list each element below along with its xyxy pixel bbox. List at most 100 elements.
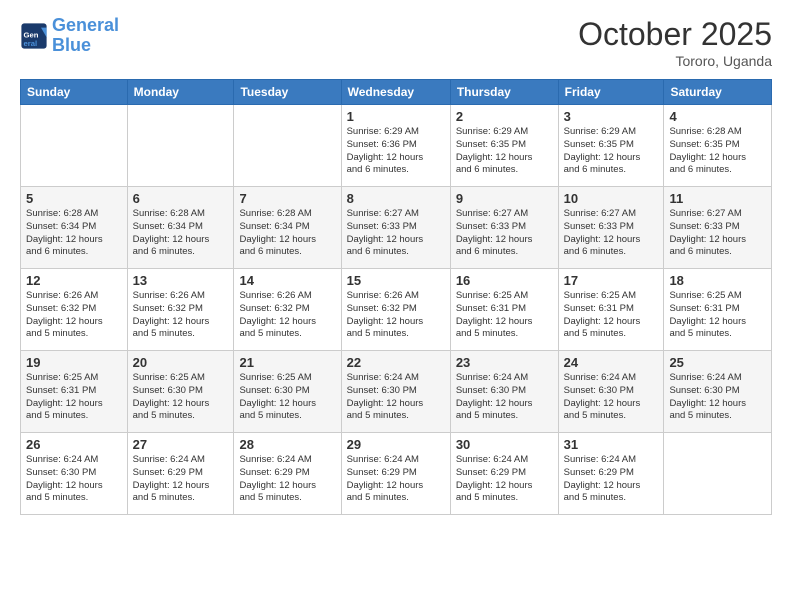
day-info: Sunrise: 6:27 AM Sunset: 6:33 PM Dayligh… [456,208,553,259]
calendar-cell: 11 Sunrise: 6:27 AM Sunset: 6:33 PM Dayli… [664,187,772,269]
calendar-cell: 3 Sunrise: 6:29 AM Sunset: 6:35 PM Daylig… [558,105,664,187]
day-number: 7 [239,191,335,206]
day-info: Sunrise: 6:24 AM Sunset: 6:30 PM Dayligh… [456,372,553,423]
calendar-cell: 18Sunrise: 6:25 AM Sunset: 6:31 PM Dayli… [664,269,772,351]
calendar-table: SundayMondayTuesdayWednesdayThursdayFrid… [20,79,772,515]
calendar-body: 1 Sunrise: 6:29 AM Sunset: 6:36 PM Daylig… [21,105,772,515]
day-info: Sunrise: 6:26 AM Sunset: 6:32 PM Dayligh… [239,290,335,341]
weekday-header-friday: Friday [558,80,664,105]
day-info: Sunrise: 6:25 AM Sunset: 6:30 PM Dayligh… [133,372,229,423]
calendar-week-1: 1 Sunrise: 6:29 AM Sunset: 6:36 PM Daylig… [21,105,772,187]
header: Gen eral GeneralBlue October 2025 Tororo… [20,16,772,69]
calendar-cell: 8Sunrise: 6:27 AM Sunset: 6:33 PM Daylig… [341,187,450,269]
weekday-header-thursday: Thursday [450,80,558,105]
day-number: 4 [669,109,766,124]
calendar-week-4: 19 Sunrise: 6:25 AM Sunset: 6:31 PM Dayli… [21,351,772,433]
calendar-cell: 4Sunrise: 6:28 AM Sunset: 6:35 PM Daylig… [664,105,772,187]
calendar-cell: 2 Sunrise: 6:29 AM Sunset: 6:35 PM Daylig… [450,105,558,187]
day-number: 5 [26,191,122,206]
day-info: Sunrise: 6:26 AM Sunset: 6:32 PM Dayligh… [133,290,229,341]
calendar-cell: 28 Sunrise: 6:24 AM Sunset: 6:29 PM Dayli… [234,433,341,515]
day-info: Sunrise: 6:24 AM Sunset: 6:30 PM Dayligh… [669,372,766,423]
calendar-cell: 13 Sunrise: 6:26 AM Sunset: 6:32 PM Dayli… [127,269,234,351]
day-number: 9 [456,191,553,206]
day-info: Sunrise: 6:24 AM Sunset: 6:29 PM Dayligh… [239,454,335,505]
day-info: Sunrise: 6:24 AM Sunset: 6:29 PM Dayligh… [456,454,553,505]
day-number: 12 [26,273,122,288]
svg-text:eral: eral [24,39,38,48]
calendar-cell: 7Sunrise: 6:28 AM Sunset: 6:34 PM Daylig… [234,187,341,269]
day-info: Sunrise: 6:29 AM Sunset: 6:35 PM Dayligh… [564,126,659,177]
calendar-cell [664,433,772,515]
day-info: Sunrise: 6:25 AM Sunset: 6:31 PM Dayligh… [564,290,659,341]
calendar-cell: 19 Sunrise: 6:25 AM Sunset: 6:31 PM Dayli… [21,351,128,433]
title-block: October 2025 Tororo, Uganda [578,16,772,69]
day-number: 1 [347,109,445,124]
calendar-cell [127,105,234,187]
day-info: Sunrise: 6:25 AM Sunset: 6:31 PM Dayligh… [26,372,122,423]
day-number: 22 [347,355,445,370]
weekday-header-tuesday: Tuesday [234,80,341,105]
day-info: Sunrise: 6:27 AM Sunset: 6:33 PM Dayligh… [347,208,445,259]
calendar-cell [234,105,341,187]
day-number: 15 [347,273,445,288]
calendar-cell: 25 Sunrise: 6:24 AM Sunset: 6:30 PM Dayli… [664,351,772,433]
day-number: 16 [456,273,553,288]
calendar-cell: 24Sunrise: 6:24 AM Sunset: 6:30 PM Dayli… [558,351,664,433]
day-info: Sunrise: 6:24 AM Sunset: 6:29 PM Dayligh… [133,454,229,505]
day-number: 23 [456,355,553,370]
day-number: 13 [133,273,229,288]
day-number: 11 [669,191,766,206]
logo: Gen eral GeneralBlue [20,16,119,56]
calendar-cell: 6Sunrise: 6:28 AM Sunset: 6:34 PM Daylig… [127,187,234,269]
day-number: 18 [669,273,766,288]
page: Gen eral GeneralBlue October 2025 Tororo… [0,0,792,612]
calendar-cell: 9 Sunrise: 6:27 AM Sunset: 6:33 PM Daylig… [450,187,558,269]
day-number: 24 [564,355,659,370]
weekday-header-saturday: Saturday [664,80,772,105]
day-number: 14 [239,273,335,288]
day-info: Sunrise: 6:29 AM Sunset: 6:35 PM Dayligh… [456,126,553,177]
weekday-header-row: SundayMondayTuesdayWednesdayThursdayFrid… [21,80,772,105]
day-info: Sunrise: 6:26 AM Sunset: 6:32 PM Dayligh… [26,290,122,341]
day-number: 30 [456,437,553,452]
location: Tororo, Uganda [578,53,772,69]
day-number: 3 [564,109,659,124]
day-number: 27 [133,437,229,452]
calendar-cell: 10Sunrise: 6:27 AM Sunset: 6:33 PM Dayli… [558,187,664,269]
day-number: 10 [564,191,659,206]
logo-icon: Gen eral [20,22,48,50]
calendar-cell: 27 Sunrise: 6:24 AM Sunset: 6:29 PM Dayli… [127,433,234,515]
day-number: 21 [239,355,335,370]
calendar-cell: 29 Sunrise: 6:24 AM Sunset: 6:29 PM Dayli… [341,433,450,515]
day-info: Sunrise: 6:25 AM Sunset: 6:30 PM Dayligh… [239,372,335,423]
calendar-cell [21,105,128,187]
calendar-cell: 20 Sunrise: 6:25 AM Sunset: 6:30 PM Dayli… [127,351,234,433]
weekday-header-sunday: Sunday [21,80,128,105]
calendar-week-2: 5Sunrise: 6:28 AM Sunset: 6:34 PM Daylig… [21,187,772,269]
calendar-cell: 14 Sunrise: 6:26 AM Sunset: 6:32 PM Dayli… [234,269,341,351]
day-number: 17 [564,273,659,288]
calendar-cell: 21 Sunrise: 6:25 AM Sunset: 6:30 PM Dayli… [234,351,341,433]
day-number: 25 [669,355,766,370]
day-info: Sunrise: 6:24 AM Sunset: 6:29 PM Dayligh… [564,454,659,505]
calendar-cell: 5Sunrise: 6:28 AM Sunset: 6:34 PM Daylig… [21,187,128,269]
weekday-header-monday: Monday [127,80,234,105]
day-number: 20 [133,355,229,370]
day-info: Sunrise: 6:27 AM Sunset: 6:33 PM Dayligh… [669,208,766,259]
day-info: Sunrise: 6:29 AM Sunset: 6:36 PM Dayligh… [347,126,445,177]
calendar-week-5: 26Sunrise: 6:24 AM Sunset: 6:30 PM Dayli… [21,433,772,515]
day-number: 19 [26,355,122,370]
calendar-cell: 30 Sunrise: 6:24 AM Sunset: 6:29 PM Dayli… [450,433,558,515]
day-info: Sunrise: 6:24 AM Sunset: 6:30 PM Dayligh… [347,372,445,423]
day-number: 29 [347,437,445,452]
day-number: 2 [456,109,553,124]
calendar-cell: 23 Sunrise: 6:24 AM Sunset: 6:30 PM Dayli… [450,351,558,433]
day-number: 26 [26,437,122,452]
day-number: 28 [239,437,335,452]
calendar-cell: 12 Sunrise: 6:26 AM Sunset: 6:32 PM Dayli… [21,269,128,351]
day-info: Sunrise: 6:24 AM Sunset: 6:29 PM Dayligh… [347,454,445,505]
month-title: October 2025 [578,16,772,53]
calendar-cell: 26Sunrise: 6:24 AM Sunset: 6:30 PM Dayli… [21,433,128,515]
weekday-header-wednesday: Wednesday [341,80,450,105]
